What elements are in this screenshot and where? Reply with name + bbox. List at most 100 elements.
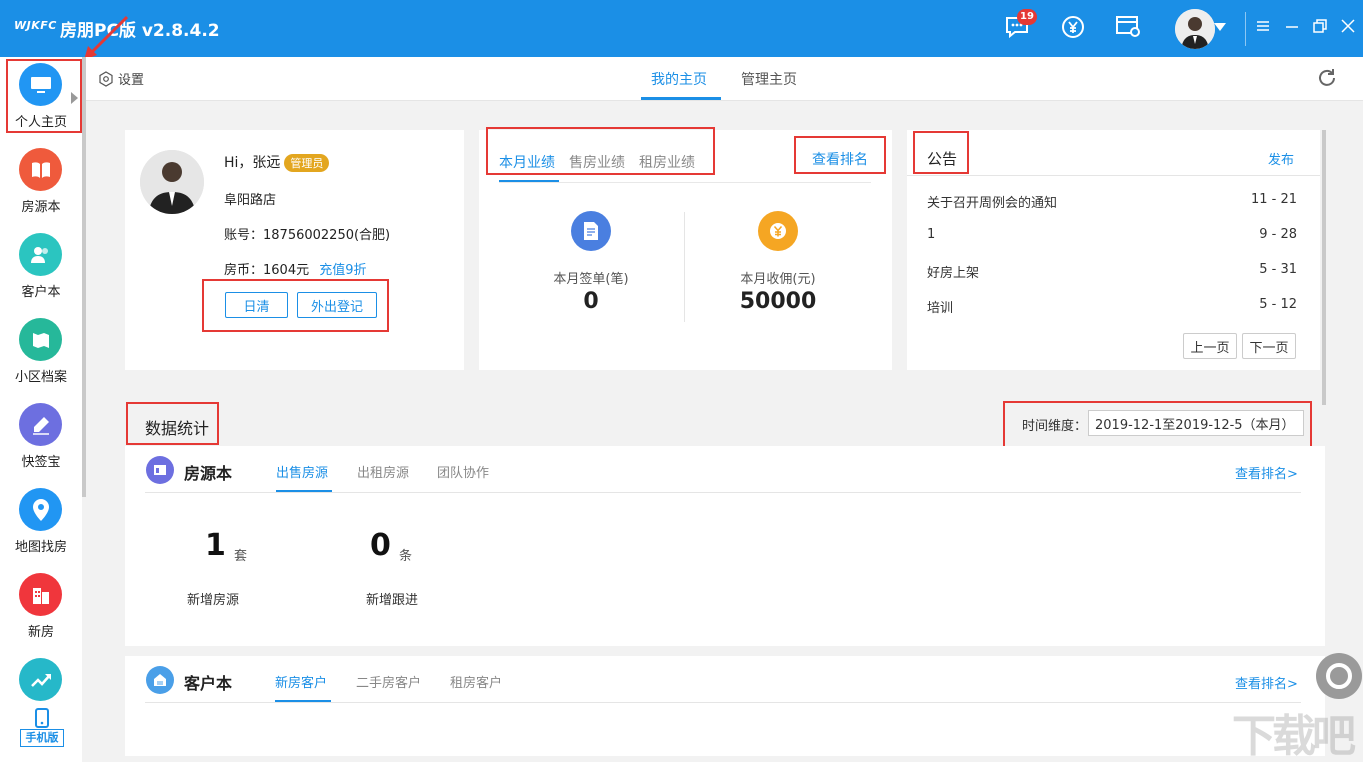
- highlight-box: [794, 136, 886, 174]
- new-listings-value: 1: [205, 528, 226, 563]
- prev-page-button[interactable]: 上一页: [1183, 333, 1237, 359]
- tab-rental-customers[interactable]: 租房客户: [450, 672, 502, 691]
- coin-balance: 房币：1604元: [224, 263, 310, 278]
- new-followups-value: 0: [370, 528, 391, 563]
- notice-card: 公告 发布 关于召开周例会的通知 11 - 21 1 9 - 28 好房上架 5…: [907, 130, 1320, 370]
- tab-team-collaboration[interactable]: 团队协作: [437, 462, 489, 481]
- tab-active-indicator: [499, 180, 559, 182]
- coin-row: 房币：1604元 充值9折: [224, 259, 367, 278]
- nav-label: 快签宝: [21, 455, 61, 470]
- sign-icon: [19, 403, 62, 446]
- profile-card: Hi，张远 管理员 阜阳路店 账号：18756002250(合肥) 房币：1604…: [125, 130, 464, 370]
- trend-icon: [19, 658, 62, 701]
- user-avatar[interactable]: [1175, 9, 1215, 49]
- notice-item[interactable]: 好房上架 5 - 31: [927, 262, 1297, 281]
- highlight-box: [486, 127, 715, 175]
- map-book-icon: [19, 318, 62, 361]
- listings-title: 房源本: [184, 464, 233, 483]
- message-count-badge: 19: [1017, 9, 1037, 25]
- top-tab-bar: 设置 我的主页 管理主页: [86, 57, 1363, 101]
- notice-item[interactable]: 关于召开周例会的通知 11 - 21: [927, 192, 1297, 211]
- location-pin-icon: [19, 488, 62, 531]
- nav-community-archive[interactable]: 小区档案: [0, 312, 82, 392]
- new-followups-unit: 条: [399, 549, 413, 564]
- tab-sale-listings[interactable]: 出售房源: [276, 462, 328, 481]
- section-divider: [145, 702, 1301, 703]
- currency-icon[interactable]: [1059, 13, 1087, 41]
- left-sidebar: 个人主页 房源本 客户本 小区档案 快签宝 地图找房 新房 手机版: [0, 57, 82, 762]
- gear-icon: [99, 70, 113, 87]
- mobile-version-label: 手机版: [20, 729, 64, 747]
- nav-listings[interactable]: 房源本: [0, 142, 82, 222]
- notice-item-date: 11 - 21: [1250, 192, 1297, 207]
- monthly-commission-value: 50000: [739, 289, 817, 314]
- minimize-icon[interactable]: [1284, 18, 1304, 38]
- customer-book-icon: [146, 666, 174, 694]
- recharge-link[interactable]: 充值9折: [319, 263, 366, 278]
- chevron-down-icon[interactable]: [1213, 13, 1227, 41]
- nav-customers[interactable]: 客户本: [0, 227, 82, 307]
- tab-active-indicator: [276, 490, 332, 492]
- new-followups-label: 新增跟进: [365, 593, 418, 608]
- next-page-button[interactable]: 下一页: [1242, 333, 1296, 359]
- section-divider: [145, 492, 1301, 493]
- restore-icon[interactable]: [1312, 18, 1332, 38]
- nav-new-house[interactable]: 新房: [0, 567, 82, 647]
- notice-item-date: 9 - 28: [1259, 227, 1297, 242]
- mobile-version-button[interactable]: 手机版: [20, 707, 66, 747]
- notice-item[interactable]: 1 9 - 28: [927, 227, 1297, 242]
- tab-my-home[interactable]: 我的主页: [651, 69, 707, 89]
- users-icon: [19, 233, 62, 276]
- tab-new-house-customers[interactable]: 新房客户: [275, 672, 327, 691]
- tab-admin-home[interactable]: 管理主页: [741, 69, 797, 89]
- nav-label: 房源本: [21, 200, 61, 215]
- view-ranking-link[interactable]: 查看排名>: [1235, 463, 1298, 482]
- view-ranking-link[interactable]: 查看排名>: [1235, 673, 1298, 692]
- tab-divider: [499, 182, 871, 183]
- role-badge: 管理员: [284, 154, 330, 172]
- store-name: 阜阳路店: [224, 193, 277, 208]
- performance-card: 本月业绩 售房业绩 租房业绩 查看排名 本月签单(笔) 0 本月收佣(元) 50…: [479, 127, 892, 370]
- publish-link[interactable]: 发布: [1268, 149, 1294, 168]
- highlight-box: [1003, 401, 1312, 450]
- highlight-box: [913, 131, 969, 174]
- book-icon: [19, 148, 62, 191]
- greeting-text: Hi，张远: [224, 155, 281, 171]
- notice-item-date: 5 - 12: [1259, 297, 1297, 312]
- phone-icon: [35, 708, 49, 728]
- new-listings-label: 新增房源: [186, 593, 239, 608]
- listings-section: 房源本 出售房源 出租房源 团队协作 查看排名> 1 套 新增房源 0 条 新增…: [125, 446, 1325, 646]
- listing-book-icon: [146, 456, 174, 484]
- nav-label: 地图找房: [14, 540, 67, 555]
- close-icon[interactable]: [1340, 18, 1360, 38]
- nav-map-search[interactable]: 地图找房: [0, 482, 82, 562]
- ring-icon: [1326, 663, 1352, 689]
- highlight-box: [202, 279, 389, 332]
- yuan-icon: [758, 211, 798, 251]
- tab-second-hand-customers[interactable]: 二手房客户: [356, 672, 421, 691]
- content-scrollbar[interactable]: [1322, 130, 1326, 405]
- profile-avatar: [140, 150, 204, 214]
- settings-button[interactable]: 设置: [98, 69, 144, 88]
- nav-quick-sign[interactable]: 快签宝: [0, 397, 82, 477]
- customers-title: 客户本: [184, 674, 233, 693]
- notice-item[interactable]: 培训 5 - 12: [927, 297, 1297, 316]
- floating-action-button[interactable]: [1316, 653, 1362, 699]
- notice-item-date: 5 - 31: [1259, 262, 1297, 277]
- notice-item-title: 关于召开周例会的通知: [927, 196, 1058, 211]
- app-logo: WJKFC: [14, 19, 57, 32]
- settings-window-icon[interactable]: [1115, 13, 1143, 41]
- highlight-box: [126, 402, 219, 445]
- settings-label: 设置: [118, 73, 145, 88]
- menu-icon[interactable]: [1255, 18, 1275, 38]
- titlebar-divider: [1245, 12, 1246, 46]
- tab-active-indicator: [641, 97, 721, 100]
- nav-label: 新房: [27, 625, 54, 640]
- sidebar-scrollbar[interactable]: [82, 57, 86, 497]
- greeting-row: Hi，张远 管理员: [224, 152, 330, 172]
- stat-divider: [684, 212, 685, 322]
- notice-divider: [907, 175, 1320, 176]
- refresh-icon[interactable]: [1316, 67, 1338, 93]
- tab-rental-listings[interactable]: 出租房源: [357, 462, 409, 481]
- tab-active-indicator: [275, 700, 331, 702]
